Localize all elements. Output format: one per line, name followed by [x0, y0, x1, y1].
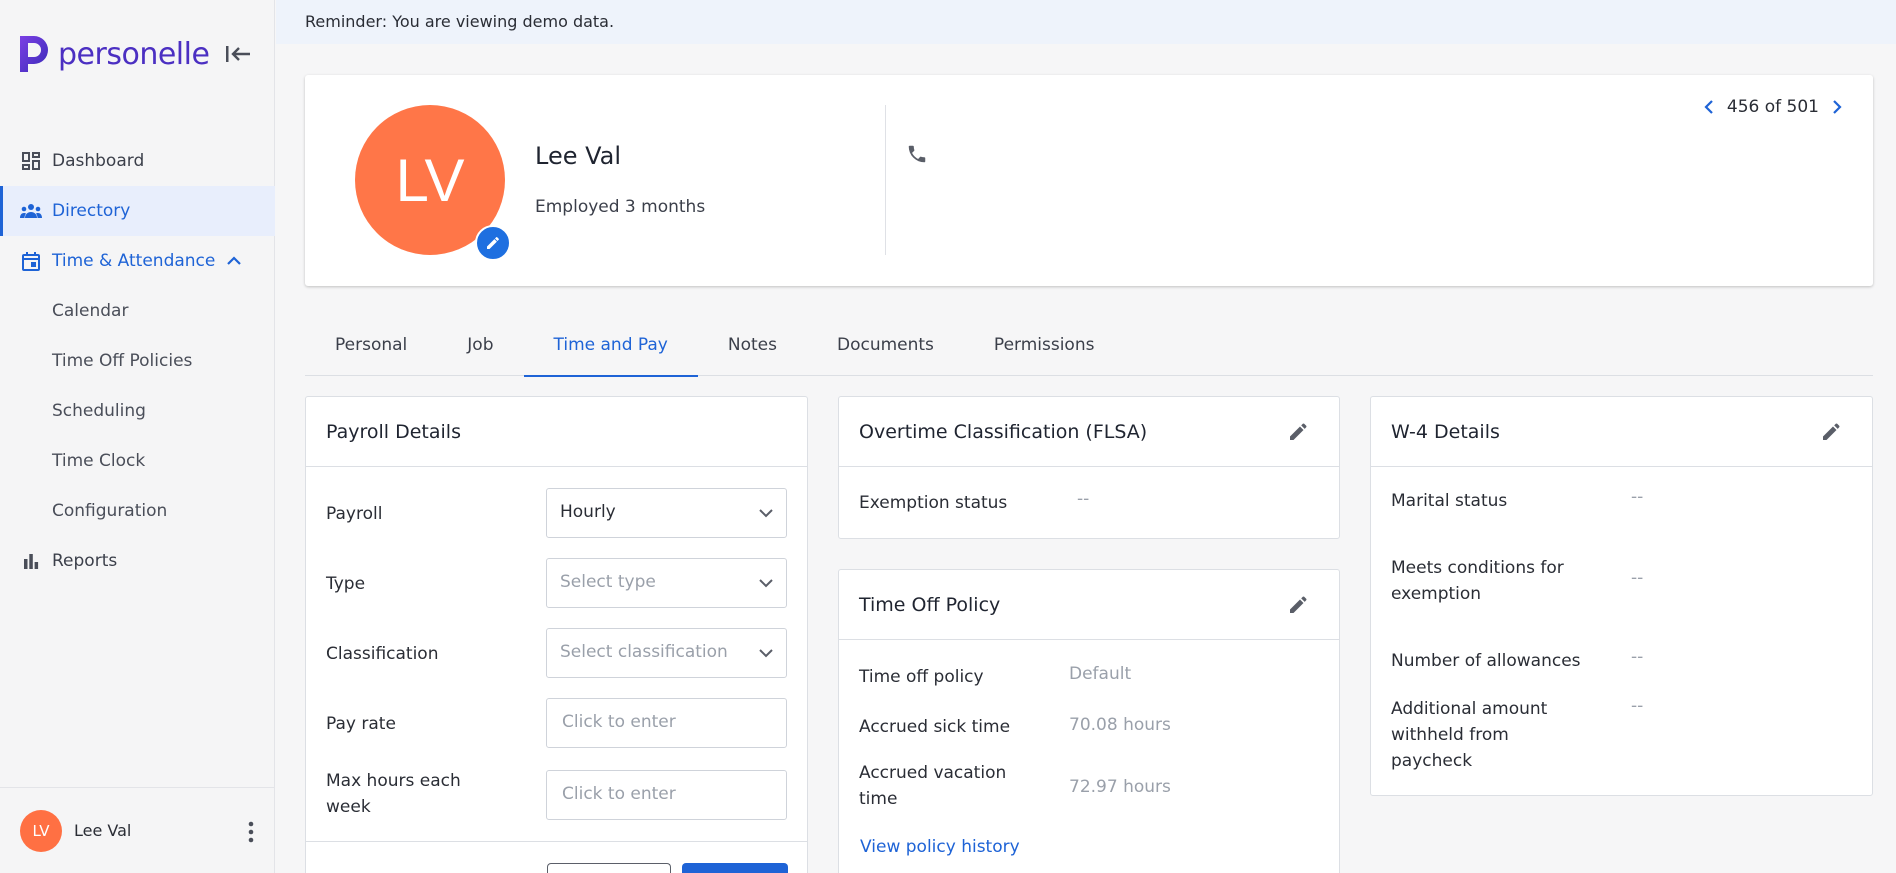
- chevron-down-icon: [759, 579, 773, 588]
- exemption-status-value: --: [1077, 489, 1090, 509]
- employee-pager: 456 of 501: [1699, 97, 1847, 117]
- sidebar-item-label: Reports: [52, 551, 118, 571]
- sidebar-subitem-scheduling[interactable]: Scheduling: [0, 386, 275, 436]
- time-off-policy-label: Time off policy: [859, 667, 984, 687]
- tab-job[interactable]: Job: [437, 323, 523, 376]
- pay-rate-input[interactable]: Click to enter: [546, 698, 787, 748]
- allowances-value: --: [1631, 647, 1644, 667]
- accrued-sick-time-value: 70.08 hours: [1069, 715, 1171, 735]
- overtime-classification-panel: Overtime Classification (FLSA) Exemption…: [838, 396, 1340, 539]
- type-select[interactable]: Select type: [546, 558, 787, 608]
- allowances-label: Number of allowances: [1391, 651, 1581, 671]
- tab-notes[interactable]: Notes: [698, 323, 807, 376]
- tab-documents[interactable]: Documents: [807, 323, 964, 376]
- previous-employee-button[interactable]: [1699, 97, 1719, 117]
- pencil-icon[interactable]: [1287, 594, 1309, 616]
- max-hours-input[interactable]: Click to enter: [546, 770, 787, 820]
- pencil-icon[interactable]: [1287, 421, 1309, 443]
- sidebar-subitem-calendar[interactable]: Calendar: [0, 286, 275, 336]
- avatar[interactable]: LV: [20, 809, 62, 852]
- payroll-details-panel: Payroll Details Payroll Hourly Type Sele…: [305, 396, 808, 873]
- edit-avatar-button[interactable]: [475, 225, 511, 261]
- time-off-policy-value: Default: [1069, 664, 1132, 684]
- tab-time-and-pay[interactable]: Time and Pay: [523, 323, 699, 377]
- panel-title: Overtime Classification (FLSA): [839, 397, 1339, 467]
- chevron-right-icon: [1833, 100, 1842, 114]
- max-hours-label: Max hours each week: [326, 771, 461, 817]
- classification-select[interactable]: Select classification: [546, 628, 787, 678]
- chevron-down-icon: [759, 509, 773, 518]
- tab-personal[interactable]: Personal: [305, 323, 437, 376]
- time-off-policy-panel: Time Off Policy Time off policy Default …: [838, 569, 1340, 873]
- tab-permissions[interactable]: Permissions: [964, 323, 1125, 376]
- personelle-logo-icon: [20, 36, 48, 72]
- bar-chart-icon: [20, 550, 42, 572]
- classification-select-placeholder: Select classification: [560, 642, 728, 662]
- sidebar-item-label: Dashboard: [52, 151, 145, 171]
- calendar-icon: [20, 250, 42, 272]
- employee-name: Lee Val: [535, 142, 622, 170]
- sidebar-nav: Dashboard Directory Time & Attendance Ca…: [0, 136, 275, 586]
- view-policy-history-link[interactable]: View policy history: [860, 837, 1020, 857]
- pencil-icon[interactable]: [1820, 421, 1842, 443]
- next-employee-button[interactable]: [1827, 97, 1847, 117]
- sidebar-item-label: Time & Attendance: [52, 251, 216, 271]
- chevron-left-icon: [1704, 100, 1713, 114]
- exemption-conditions-label: Meets conditions for exemption: [1391, 558, 1564, 604]
- user-menu: LV Lee Val: [0, 787, 275, 873]
- exemption-status-label: Exemption status: [859, 493, 1008, 513]
- w4-details-panel: W-4 Details Marital status -- Meets cond…: [1370, 396, 1873, 796]
- panel-title-text: Time Off Policy: [859, 593, 1001, 616]
- panel-title-text: Overtime Classification (FLSA): [859, 420, 1148, 443]
- accrued-vacation-time-label: Accrued vacation time: [859, 763, 1007, 809]
- divider: [885, 105, 886, 255]
- sidebar-subitem-configuration[interactable]: Configuration: [0, 486, 275, 536]
- marital-status-value: --: [1631, 487, 1644, 507]
- panel-title: W-4 Details: [1371, 397, 1872, 467]
- pay-rate-label: Pay rate: [326, 714, 396, 734]
- collapse-sidebar-icon[interactable]: [224, 42, 252, 66]
- sidebar-item-time-attendance[interactable]: Time & Attendance: [0, 236, 275, 286]
- accrued-sick-time-label: Accrued sick time: [859, 717, 1011, 737]
- pencil-icon: [487, 237, 499, 249]
- type-select-placeholder: Select type: [560, 572, 656, 592]
- type-label: Type: [326, 574, 366, 594]
- panel-title-text: W-4 Details: [1391, 420, 1500, 443]
- profile-tabs: Personal Job Time and Pay Notes Document…: [305, 323, 1873, 377]
- sidebar: personelle Dashboard Directory Time & At…: [0, 0, 275, 873]
- panel-title: Payroll Details: [306, 397, 807, 467]
- brand-logo[interactable]: personelle: [18, 34, 210, 74]
- pager-text: 456 of 501: [1726, 97, 1819, 117]
- sidebar-subitem-time-clock[interactable]: Time Clock: [0, 436, 275, 486]
- demo-banner: Reminder: You are viewing demo data.: [276, 0, 1896, 44]
- chevron-down-icon: [759, 649, 773, 658]
- user-name: Lee Val: [74, 821, 132, 840]
- save-button[interactable]: [682, 863, 788, 873]
- brand-name: personelle: [58, 36, 210, 72]
- sidebar-item-directory[interactable]: Directory: [0, 186, 275, 236]
- payroll-label: Payroll: [326, 504, 383, 524]
- phone-icon[interactable]: [906, 143, 928, 165]
- payroll-select[interactable]: Hourly: [546, 488, 787, 538]
- chevron-up-icon: [227, 256, 242, 265]
- sidebar-item-reports[interactable]: Reports: [0, 536, 275, 586]
- additional-withholding-label: Additional amount withheld from paycheck: [1391, 699, 1548, 771]
- more-options-icon[interactable]: [245, 821, 257, 843]
- additional-withholding-value: --: [1631, 696, 1644, 716]
- sidebar-item-dashboard[interactable]: Dashboard: [0, 136, 275, 186]
- dashboard-icon: [20, 150, 42, 172]
- people-icon: [20, 200, 42, 222]
- employment-tenure: Employed 3 months: [535, 197, 706, 217]
- panel-title: Time Off Policy: [839, 570, 1339, 640]
- panel-footer-divider: [306, 841, 807, 842]
- cancel-button[interactable]: [547, 863, 671, 873]
- classification-label: Classification: [326, 644, 439, 664]
- sidebar-subitem-time-off-policies[interactable]: Time Off Policies: [0, 336, 275, 386]
- payroll-select-value: Hourly: [560, 502, 616, 522]
- exemption-conditions-value: --: [1631, 568, 1644, 588]
- accrued-vacation-time-value: 72.97 hours: [1069, 777, 1171, 797]
- marital-status-label: Marital status: [1391, 491, 1508, 511]
- profile-card: LV Lee Val Employed 3 months 456 of 501: [305, 75, 1873, 286]
- sidebar-item-label: Directory: [52, 201, 131, 221]
